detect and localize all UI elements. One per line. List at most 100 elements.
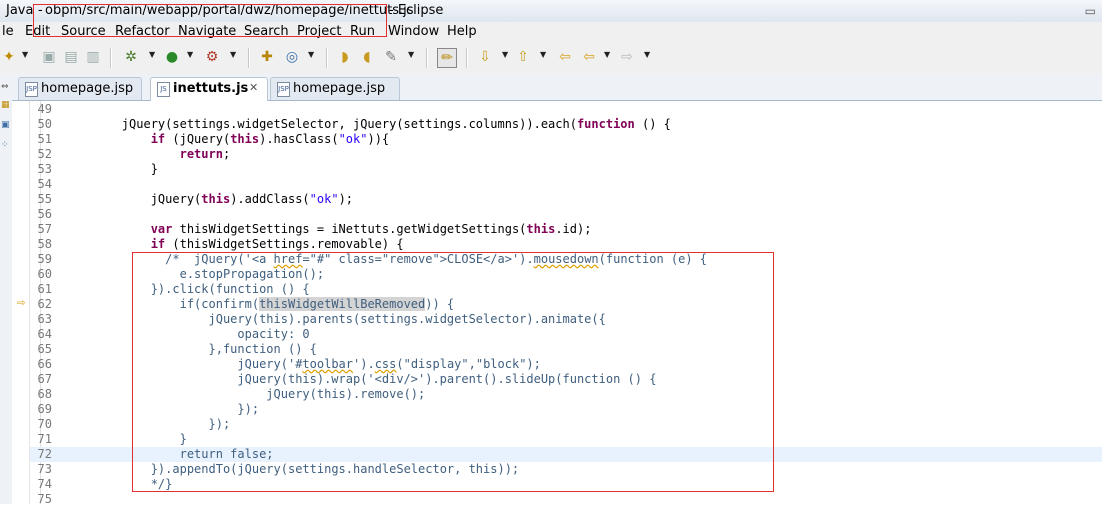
save-all-icon[interactable]: ▤: [62, 48, 80, 66]
code-line[interactable]: 55 jQuery(this).addClass("ok");: [30, 192, 1102, 207]
next-annotation-icon[interactable]: ⇩: [476, 48, 494, 66]
search-dropdown-icon[interactable]: ▼: [408, 50, 414, 59]
line-number: 53: [37, 162, 52, 176]
code-line[interactable]: 58 if (thisWidgetSettings.removable) {: [30, 237, 1102, 252]
run-icon[interactable]: ●: [163, 48, 181, 66]
line-number: 74: [37, 477, 52, 491]
line-number: 72: [37, 447, 52, 461]
code-line[interactable]: 53 }: [30, 162, 1102, 177]
line-number: 56: [37, 207, 52, 221]
new-package-icon[interactable]: ✚: [258, 48, 276, 66]
annotation-box-title: [33, 4, 387, 37]
toolbar-separator: [248, 48, 250, 68]
new-icon[interactable]: ✦: [0, 48, 18, 66]
next-annotation-dropdown-icon[interactable]: ▼: [502, 50, 508, 59]
new-dropdown-icon[interactable]: ▼: [22, 50, 28, 59]
tab-homepage-jsp-2[interactable]: JSP homepage.jsp: [270, 77, 400, 100]
print-icon[interactable]: ▥: [84, 48, 102, 66]
line-number: 63: [37, 312, 52, 326]
code-line[interactable]: 75: [30, 492, 1102, 507]
new-class-dropdown-icon[interactable]: ▼: [308, 50, 314, 59]
menu-window[interactable]: Window: [388, 24, 439, 39]
open-resource-icon[interactable]: ◖: [358, 48, 376, 66]
hierarchy-icon[interactable]: ▣: [1, 120, 10, 130]
menu-help[interactable]: Help: [447, 24, 477, 39]
mark-occurrences-icon[interactable]: ✏: [437, 48, 457, 68]
jsp-file-icon: JSP: [25, 82, 38, 97]
line-number: 59: [37, 252, 52, 266]
line-number: 51: [37, 132, 52, 146]
line-number: 52: [37, 147, 52, 161]
debug-icon[interactable]: ✲: [122, 48, 140, 66]
main-toolbar: ✦ ▼ ▣ ▤ ▥ ✲ ▼ ● ▼ ⚙ ▼ ✚ ◎ ▼ ◗ ◖ ✎ ▼ ✏ ⇩ …: [0, 42, 1102, 75]
line-number: 64: [37, 327, 52, 341]
code-text: }: [64, 162, 158, 176]
js-file-icon: JS: [157, 82, 170, 97]
line-number: 61: [37, 282, 52, 296]
previous-annotation-icon[interactable]: ⇧: [514, 48, 532, 66]
code-line[interactable]: 52 return;: [30, 147, 1102, 162]
line-number: 50: [37, 117, 52, 131]
editor-tab-bar: JSP homepage.jsp JS inettuts.js ✕ JSP ho…: [12, 74, 1102, 101]
tab-inettuts-js[interactable]: JS inettuts.js ✕: [150, 77, 268, 101]
line-number: 65: [37, 342, 52, 356]
line-number: 58: [37, 237, 52, 251]
tab-label: homepage.jsp: [41, 81, 134, 96]
run-dropdown-icon[interactable]: ▼: [187, 50, 193, 59]
save-icon[interactable]: ▣: [40, 48, 58, 66]
code-text: var thisWidgetSettings = iNettuts.getWid…: [150, 222, 592, 236]
line-number: 73: [37, 462, 52, 476]
code-text: if (jQuery(this).hasClass("ok")){: [150, 132, 390, 146]
title-perspective: Java: [6, 3, 34, 18]
external-tools-dropdown-icon[interactable]: ▼: [230, 50, 236, 59]
forward-dropdown-icon[interactable]: ▼: [644, 50, 650, 59]
line-number: 71: [37, 432, 52, 446]
line-number: 68: [37, 387, 52, 401]
restore-icon[interactable]: ⇔: [1, 82, 9, 92]
line-number: 54: [37, 177, 52, 191]
outline-icon[interactable]: ⁘: [1, 140, 9, 150]
line-number: 57: [37, 222, 52, 236]
code-line[interactable]: 54: [30, 177, 1102, 192]
line-number: 49: [37, 102, 52, 116]
current-instruction-icon: ⇨: [17, 298, 26, 309]
toolbar-separator: [466, 48, 468, 68]
title-app-name: - Eclipse: [389, 3, 444, 18]
forward-icon[interactable]: ⇨: [618, 48, 636, 66]
line-number: 69: [37, 402, 52, 416]
code-text: if (thisWidgetSettings.removable) {: [150, 237, 404, 251]
last-edit-location-icon[interactable]: ⇦: [556, 48, 574, 66]
search-icon[interactable]: ✎: [382, 48, 400, 66]
toolbar-separator: [110, 48, 112, 68]
toolbar-separator: [426, 48, 428, 68]
line-number: 67: [37, 372, 52, 386]
code-line[interactable]: 51 if (jQuery(this).hasClass("ok")){: [30, 132, 1102, 147]
code-line[interactable]: 50 jQuery(settings.widgetSelector, jQuer…: [30, 117, 1102, 132]
line-number: 60: [37, 267, 52, 281]
code-line[interactable]: 57 var thisWidgetSettings = iNettuts.get…: [30, 222, 1102, 237]
window-control-icon[interactable]: ▭: [1085, 4, 1096, 18]
toolbar-separator: [326, 48, 328, 68]
close-icon[interactable]: ✕: [249, 81, 258, 94]
previous-annotation-dropdown-icon[interactable]: ▼: [540, 50, 546, 59]
line-number: 66: [37, 357, 52, 371]
code-line[interactable]: 49: [30, 102, 1102, 117]
tab-homepage-jsp[interactable]: JSP homepage.jsp: [18, 77, 142, 100]
back-dropdown-icon[interactable]: ▼: [604, 50, 610, 59]
external-tools-icon[interactable]: ⚙: [203, 48, 221, 66]
package-explorer-icon[interactable]: ▦: [1, 100, 10, 110]
code-text: jQuery(this).addClass("ok");: [64, 192, 354, 206]
code-text: return;: [179, 147, 231, 161]
back-icon[interactable]: ⇦: [580, 48, 598, 66]
line-number: 55: [37, 192, 52, 206]
debug-dropdown-icon[interactable]: ▼: [149, 50, 155, 59]
tab-label: inettuts.js: [173, 81, 249, 96]
code-text: jQuery(settings.widgetSelector, jQuery(s…: [64, 117, 671, 131]
line-number: 62: [37, 297, 52, 311]
open-type-icon[interactable]: ◗: [336, 48, 354, 66]
menu-file[interactable]: le: [2, 24, 14, 39]
jsp-file-icon: JSP: [277, 82, 290, 97]
code-line[interactable]: 56: [30, 207, 1102, 222]
tab-label: homepage.jsp: [293, 81, 386, 96]
new-class-icon[interactable]: ◎: [283, 48, 301, 66]
